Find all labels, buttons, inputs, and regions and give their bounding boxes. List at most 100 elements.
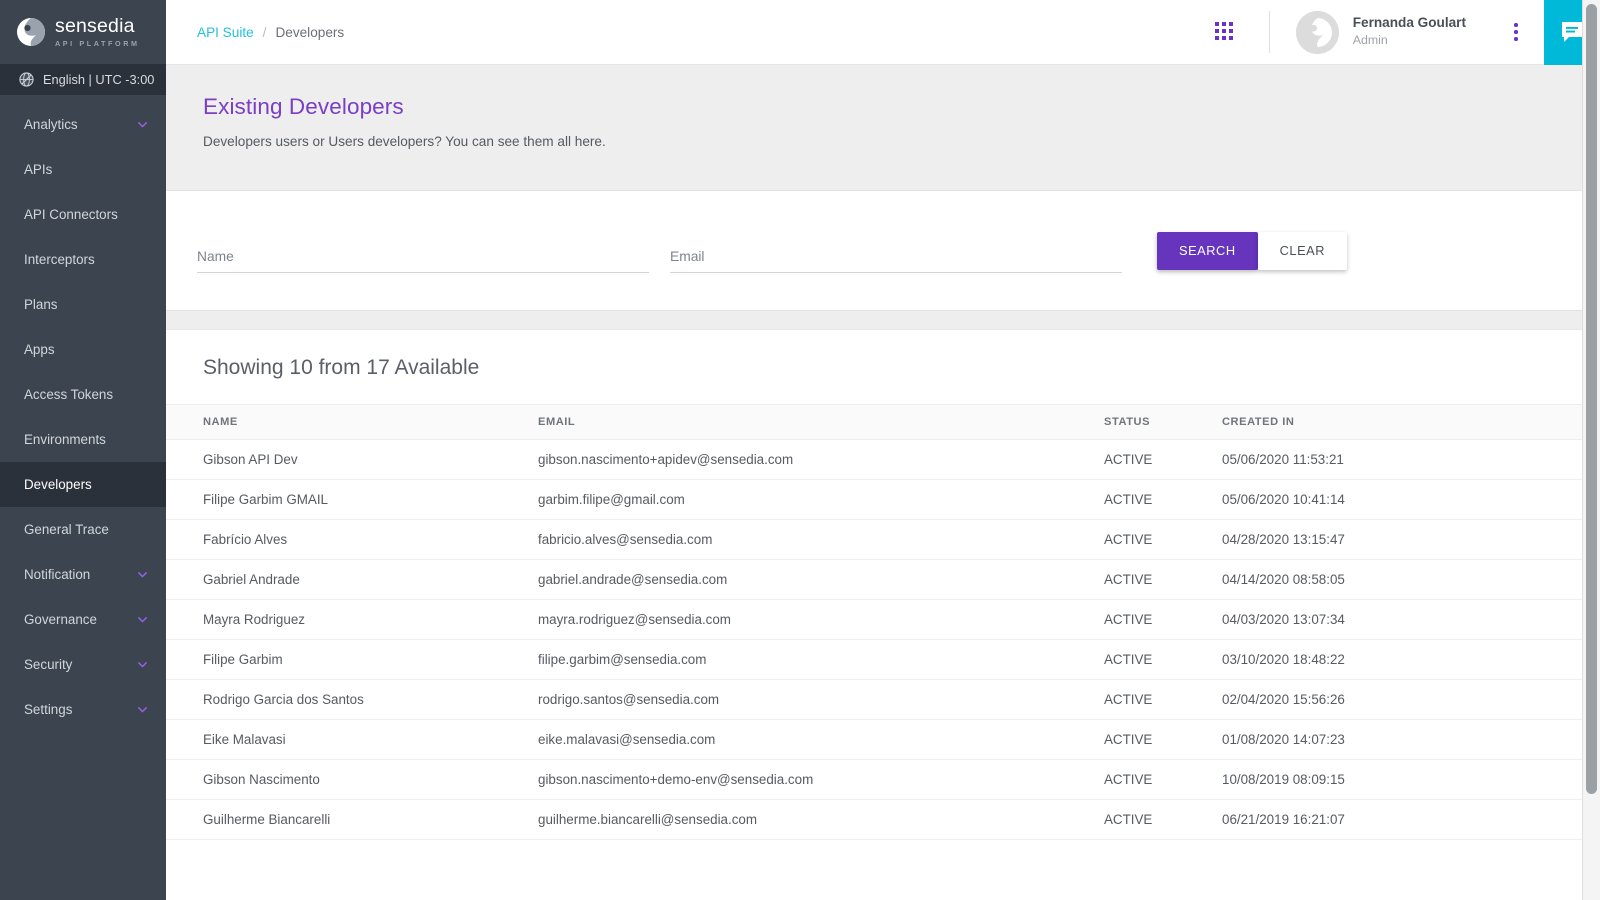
cell-email: fabricio.alves@sensedia.com: [538, 520, 1104, 560]
cell-name: Filipe Garbim: [166, 640, 538, 680]
search-input-name[interactable]: [197, 249, 649, 273]
table-row[interactable]: Gabriel Andrade gabriel.andrade@sensedia…: [166, 560, 1600, 600]
sidebar-item-apps[interactable]: Apps: [0, 327, 166, 372]
table-row[interactable]: Rodrigo Garcia dos Santos rodrigo.santos…: [166, 680, 1600, 720]
cell-created: 05/06/2020 11:53:21: [1222, 440, 1600, 480]
cell-email: eike.malavasi@sensedia.com: [538, 720, 1104, 760]
column-header-status[interactable]: STATUS: [1104, 405, 1222, 440]
column-header-name[interactable]: NAME: [166, 405, 538, 440]
chevron-down-icon: [136, 568, 149, 581]
sidebar-item-label: API Connectors: [24, 207, 118, 222]
cell-created: 06/21/2019 16:21:07: [1222, 800, 1600, 840]
sidebar-item-developers[interactable]: Developers: [0, 462, 166, 507]
table-row[interactable]: Eike Malavasi eike.malavasi@sensedia.com…: [166, 720, 1600, 760]
sensedia-logo-icon: [16, 17, 46, 47]
locale-selector[interactable]: English | UTC -3:00: [0, 64, 166, 95]
sidebar-item-label: Analytics: [24, 117, 78, 132]
breadcrumb-link-api-suite[interactable]: API Suite: [197, 25, 254, 40]
email-field-wrapper: [670, 229, 1122, 273]
sidebar-item-apis[interactable]: APIs: [0, 147, 166, 192]
cell-email: guilherme.biancarelli@sensedia.com: [538, 800, 1104, 840]
chevron-down-icon: [136, 658, 149, 671]
status-badge: ACTIVE: [1104, 560, 1222, 600]
table-row[interactable]: Filipe Garbim GMAIL garbim.filipe@gmail.…: [166, 480, 1600, 520]
sidebar-item-governance[interactable]: Governance: [0, 597, 166, 642]
sidebar-item-settings[interactable]: Settings: [0, 687, 166, 732]
column-header-email[interactable]: EMAIL: [538, 405, 1104, 440]
sidebar: sensedia API PLATFORM English | UTC -3:0…: [0, 0, 166, 900]
user-name: Fernanda Goulart: [1353, 15, 1466, 32]
sidebar-item-api-connectors[interactable]: API Connectors: [0, 192, 166, 237]
results-summary: Showing 10 from 17 Available: [166, 330, 1600, 404]
cell-name: Fabrício Alves: [166, 520, 538, 560]
cell-name: Gibson API Dev: [166, 440, 538, 480]
table-row[interactable]: Filipe Garbim filipe.garbim@sensedia.com…: [166, 640, 1600, 680]
sidebar-item-label: APIs: [24, 162, 52, 177]
column-header-created[interactable]: CREATED IN: [1222, 405, 1600, 440]
sidebar-item-interceptors[interactable]: Interceptors: [0, 237, 166, 282]
more-vertical-icon[interactable]: [1506, 19, 1526, 45]
table-row[interactable]: Gibson API Dev gibson.nascimento+apidev@…: [166, 440, 1600, 480]
name-field-wrapper: [197, 229, 649, 273]
header-divider: [1269, 11, 1270, 53]
main-area: API Suite / Developers Fernanda G: [166, 0, 1600, 900]
cell-created: 01/08/2020 14:07:23: [1222, 720, 1600, 760]
cell-created: 04/03/2020 13:07:34: [1222, 600, 1600, 640]
top-header: API Suite / Developers Fernanda G: [166, 0, 1600, 65]
status-badge: ACTIVE: [1104, 720, 1222, 760]
status-badge: ACTIVE: [1104, 760, 1222, 800]
search-button[interactable]: SEARCH: [1157, 232, 1258, 270]
search-input-email[interactable]: [670, 249, 1122, 273]
cell-name: Mayra Rodriguez: [166, 600, 538, 640]
sidebar-item-label: Settings: [24, 702, 72, 717]
apps-grid-icon[interactable]: [1215, 22, 1235, 42]
cell-created: 10/08/2019 08:09:15: [1222, 760, 1600, 800]
table-row[interactable]: Guilherme Biancarelli guilherme.biancare…: [166, 800, 1600, 840]
table-row[interactable]: Mayra Rodriguez mayra.rodriguez@sensedia…: [166, 600, 1600, 640]
clear-button[interactable]: CLEAR: [1258, 232, 1347, 270]
developers-table-panel: Showing 10 from 17 Available NAME EMAIL …: [166, 330, 1600, 900]
cell-created: 03/10/2020 18:48:22: [1222, 640, 1600, 680]
sidebar-item-notification[interactable]: Notification: [0, 552, 166, 597]
cell-created: 04/28/2020 13:15:47: [1222, 520, 1600, 560]
table-row[interactable]: Fabrício Alves fabricio.alves@sensedia.c…: [166, 520, 1600, 560]
chevron-down-icon: [136, 118, 149, 131]
brand-logo-block[interactable]: sensedia API PLATFORM: [0, 0, 166, 64]
status-badge: ACTIVE: [1104, 800, 1222, 840]
sidebar-item-label: Notification: [24, 567, 90, 582]
sidebar-item-label: Apps: [24, 342, 55, 357]
scrollbar-thumb[interactable]: [1586, 4, 1597, 794]
breadcrumb-current: Developers: [275, 25, 344, 40]
sidebar-item-label: Access Tokens: [24, 387, 113, 402]
chevron-down-icon: [136, 703, 149, 716]
cell-name: Filipe Garbim GMAIL: [166, 480, 538, 520]
sidebar-item-general-trace[interactable]: General Trace: [0, 507, 166, 552]
brand-name: sensedia: [55, 17, 140, 37]
user-avatar-icon[interactable]: [1296, 11, 1339, 54]
developers-table: NAME EMAIL STATUS CREATED IN Gibson API …: [166, 404, 1600, 840]
user-role: Admin: [1353, 32, 1466, 49]
table-row[interactable]: Gibson Nascimento gibson.nascimento+demo…: [166, 760, 1600, 800]
brand-tagline: API PLATFORM: [55, 40, 140, 47]
sidebar-item-security[interactable]: Security: [0, 642, 166, 687]
sidebar-item-analytics[interactable]: Analytics: [0, 102, 166, 147]
page-scrollbar[interactable]: [1582, 0, 1600, 900]
cell-name: Guilherme Biancarelli: [166, 800, 538, 840]
sidebar-item-access-tokens[interactable]: Access Tokens: [0, 372, 166, 417]
sidebar-nav: Analytics APIs API Connectors Intercepto…: [0, 95, 166, 732]
status-badge: ACTIVE: [1104, 680, 1222, 720]
sidebar-item-label: Environments: [24, 432, 106, 447]
status-badge: ACTIVE: [1104, 600, 1222, 640]
sidebar-item-label: General Trace: [24, 522, 109, 537]
status-badge: ACTIVE: [1104, 440, 1222, 480]
sidebar-item-plans[interactable]: Plans: [0, 282, 166, 327]
cell-email: mayra.rodriguez@sensedia.com: [538, 600, 1104, 640]
table-header-row: NAME EMAIL STATUS CREATED IN: [166, 405, 1600, 440]
status-badge: ACTIVE: [1104, 480, 1222, 520]
sidebar-item-label: Interceptors: [24, 252, 95, 267]
cell-name: Eike Malavasi: [166, 720, 538, 760]
page-header: Existing Developers Developers users or …: [166, 65, 1600, 191]
sidebar-item-environments[interactable]: Environments: [0, 417, 166, 462]
locale-label: English | UTC -3:00: [43, 72, 154, 87]
user-info: Fernanda Goulart Admin: [1353, 15, 1466, 49]
